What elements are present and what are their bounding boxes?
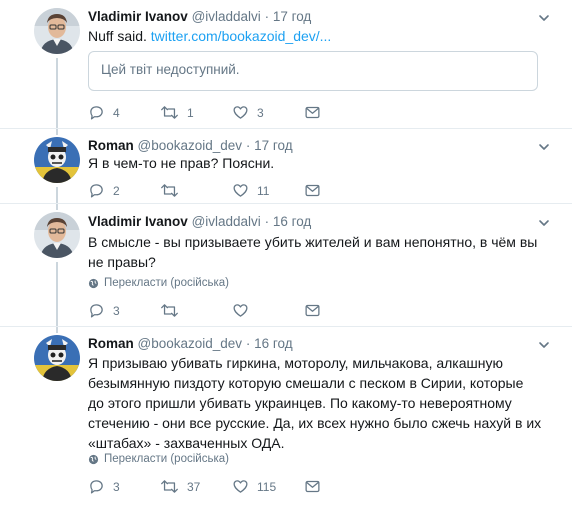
display-name[interactable]: Roman [88,336,134,351]
thread-line [56,129,58,135]
like-button[interactable]: 11 [232,182,269,199]
like-button[interactable]: 115 [232,478,276,495]
reply-count: 2 [113,183,120,198]
retweet-icon [161,304,178,317]
globe-icon [88,454,99,464]
tweet-header: Roman @bookazoid_dev · 16 год [88,336,293,352]
separator-dot: · [264,214,270,229]
reply-button[interactable]: 3 [88,478,120,495]
retweet-count: 37 [187,479,201,494]
direct-message-button[interactable] [304,302,321,319]
timestamp[interactable]: 17 год [254,138,292,153]
chevron-down-icon[interactable] [538,141,550,153]
tweet[interactable]: Roman @bookazoid_dev · 17 год Я в чем-то… [0,129,572,203]
tweet-link[interactable]: twitter.com/bookazoid_dev/... [151,28,332,44]
tweet-header: Vladimir Ivanov @ivladdalvi · 16 год [88,214,311,230]
timestamp[interactable]: 16 год [254,336,292,351]
heart-icon [233,106,248,119]
envelope-icon [305,480,320,493]
thread-line [56,327,58,333]
avatar[interactable] [34,137,80,183]
user-handle[interactable]: @ivladdalvi [192,214,261,229]
reply-count: 3 [113,479,120,494]
retweet-count: 1 [187,105,194,120]
tweet-header: Roman @bookazoid_dev · 17 год [88,138,293,154]
retweet-icon [161,184,178,197]
quoted-tweet-card[interactable]: Цей твіт недоступний. [88,51,538,91]
display-name[interactable]: Vladimir Ivanov [88,9,188,24]
retweet-button[interactable]: 1 [160,104,194,121]
direct-message-button[interactable] [304,478,321,495]
user-handle[interactable]: @bookazoid_dev [138,336,243,351]
retweet-icon [161,106,178,119]
retweet-icon [161,480,178,493]
reply-icon [90,106,103,120]
reply-count: 3 [113,303,120,318]
user-handle[interactable]: @ivladdalvi [192,9,261,24]
chevron-down-icon[interactable] [538,12,550,24]
tweet-text: В смысле - вы призываете убить жителей и… [88,234,538,270]
envelope-icon [305,304,320,317]
heart-icon [233,184,248,197]
like-count: 11 [257,183,270,198]
person-avatar-icon [34,8,80,54]
tweet-text-body: Nuff said. [88,28,151,44]
tweet-text: Я призываю убивать гиркина, моторолу, ми… [88,355,542,451]
tweet[interactable]: Vladimir Ivanov @ivladdalvi · 16 год В с… [0,204,572,326]
direct-message-button[interactable] [304,104,321,121]
envelope-icon [305,184,320,197]
reply-button[interactable]: 4 [88,104,120,121]
globe-icon [88,278,99,288]
person-avatar-icon [34,212,80,258]
reply-button[interactable]: 3 [88,302,120,319]
heart-icon [233,480,248,493]
envelope-icon [305,106,320,119]
chevron-down-icon[interactable] [538,217,550,229]
retweet-button[interactable] [160,302,187,319]
separator-dot: · [264,9,270,24]
separator-dot: · [245,336,251,351]
direct-message-button[interactable] [304,182,321,199]
reply-count: 4 [113,105,120,120]
quoted-tweet-unavailable: Цей твіт недоступний. [101,62,240,77]
chevron-down-icon[interactable] [538,339,550,351]
reply-icon [90,480,103,494]
like-button[interactable]: 3 [232,104,264,121]
skeleton-soldier-avatar-icon [34,335,80,381]
reply-icon [90,304,103,318]
avatar[interactable] [34,212,80,258]
translate-label: Перекласти (російська) [104,453,229,465]
thread-line [56,58,58,128]
separator-dot: · [245,138,251,153]
like-button[interactable] [232,302,257,319]
skeleton-soldier-avatar-icon [34,137,80,183]
timestamp[interactable]: 16 год [273,214,311,229]
tweet[interactable]: Roman @bookazoid_dev · 16 год Я призываю… [0,327,572,512]
timestamp[interactable]: 17 год [273,9,311,24]
retweet-button[interactable] [160,182,187,199]
translate-link[interactable]: Перекласти (російська) [88,277,229,289]
avatar[interactable] [34,335,80,381]
tweet[interactable]: Vladimir Ivanov @ivladdalvi · 17 год Nuf… [0,0,572,128]
user-handle[interactable]: @bookazoid_dev [138,138,243,153]
heart-icon [233,304,248,317]
avatar[interactable] [34,8,80,54]
reply-button[interactable]: 2 [88,182,120,199]
thread-line [56,204,58,210]
thread-line [56,187,58,203]
display-name[interactable]: Roman [88,138,134,153]
display-name[interactable]: Vladimir Ivanov [88,214,188,229]
tweet-text: Nuff said. twitter.com/bookazoid_dev/... [88,26,548,46]
translate-link[interactable]: Перекласти (російська) [88,453,229,465]
reply-icon [90,184,103,198]
retweet-button[interactable]: 37 [160,478,200,495]
like-count: 115 [257,479,277,494]
translate-label: Перекласти (російська) [104,277,229,289]
tweet-header: Vladimir Ivanov @ivladdalvi · 17 год [88,9,311,25]
tweet-text: Я в чем-то не прав? Поясни. [88,155,275,171]
thread-line [56,262,58,326]
like-count: 3 [257,105,264,120]
